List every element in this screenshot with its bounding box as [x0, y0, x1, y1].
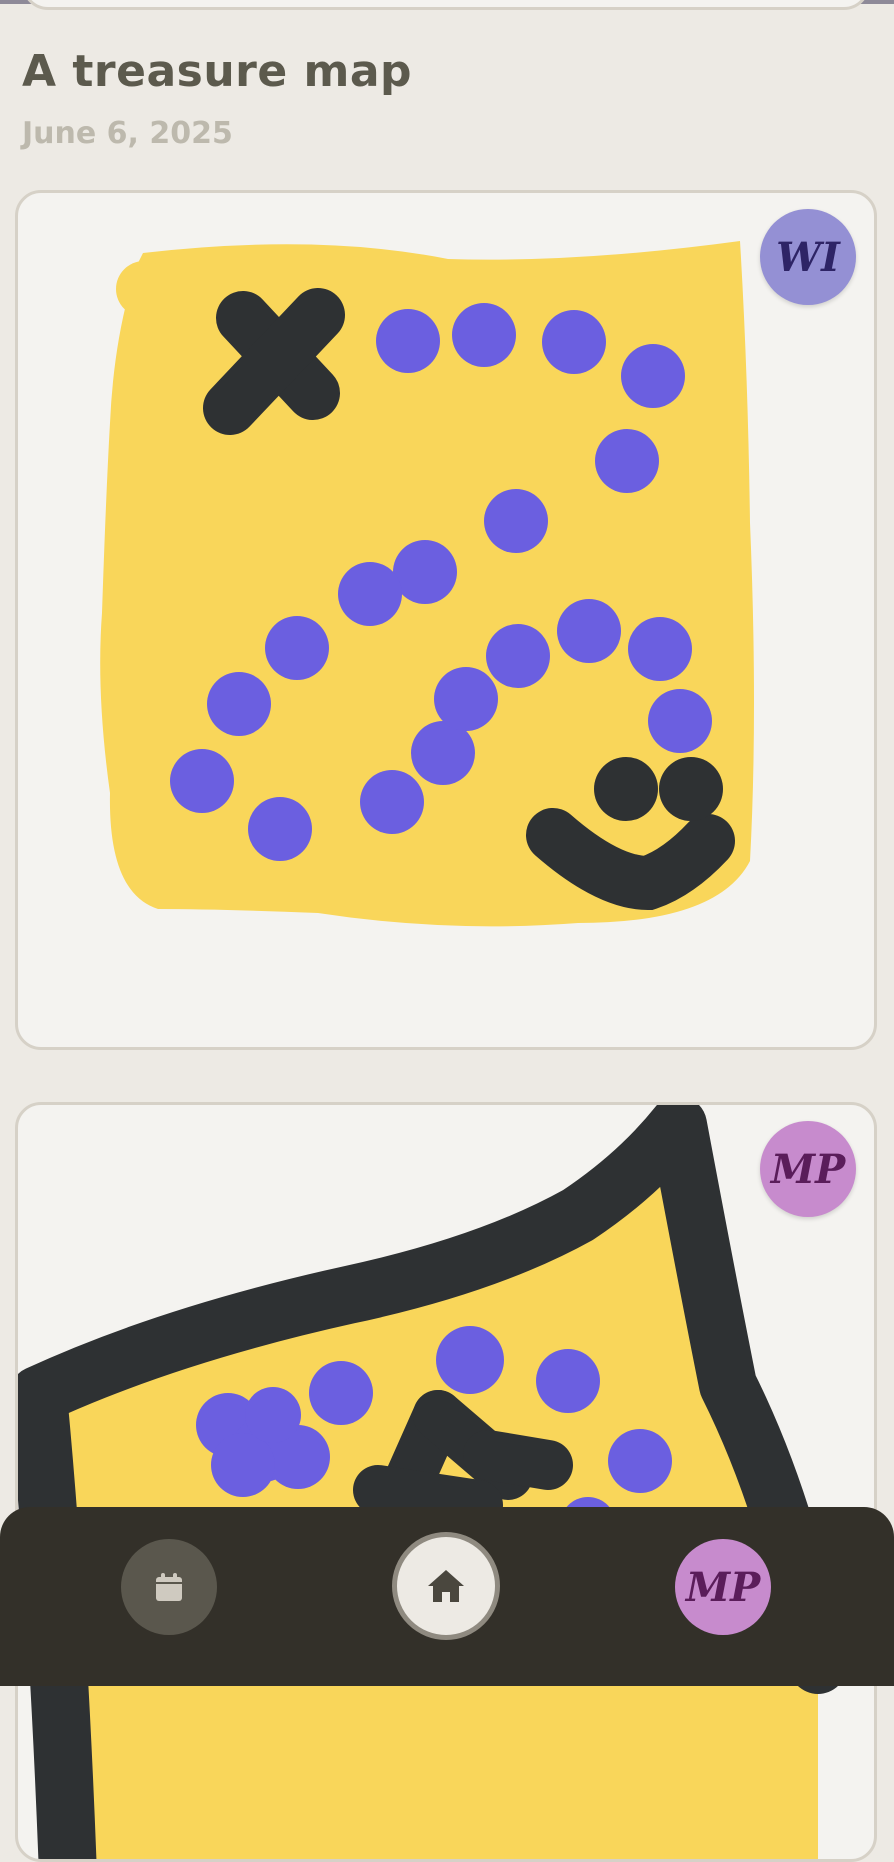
profile-avatar: MP [685, 1563, 761, 1611]
treasure-map-drawing [100, 241, 754, 927]
calendar-icon [156, 1573, 182, 1601]
home-icon [428, 1570, 464, 1602]
previous-card-edge [22, 0, 870, 10]
author-avatar[interactable]: WI [760, 209, 856, 305]
bottom-nav: MP [0, 1507, 894, 1686]
page-title: A treasure map [22, 46, 413, 97]
entry-date: June 6, 2025 [22, 116, 233, 151]
drawing-card[interactable]: MP [15, 1102, 877, 1862]
home-button[interactable] [392, 1532, 500, 1640]
profile-button[interactable]: MP [675, 1539, 771, 1635]
treasure-map-drawing [18, 1105, 847, 1859]
calendar-button[interactable] [121, 1539, 217, 1635]
author-avatar[interactable]: MP [760, 1121, 856, 1217]
drawing-card[interactable]: WI [15, 190, 877, 1050]
